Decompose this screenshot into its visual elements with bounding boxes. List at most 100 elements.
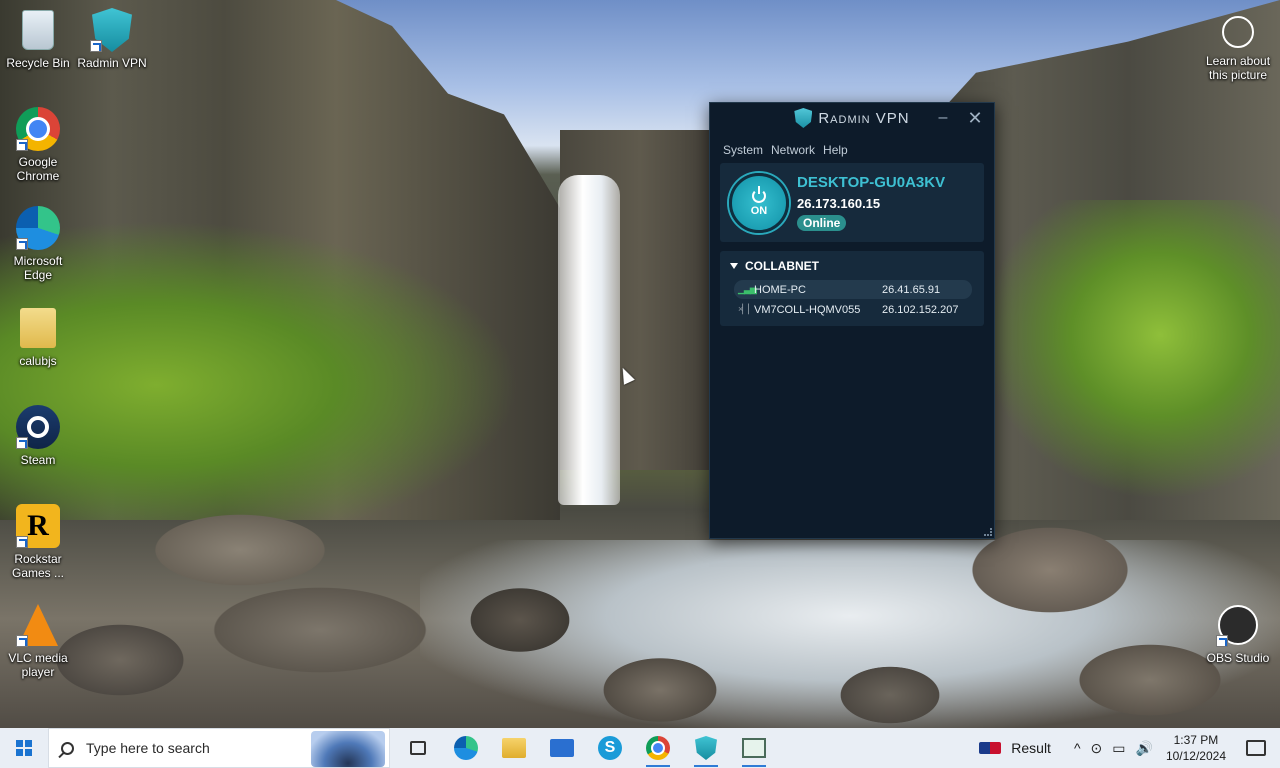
taskbar-radmin-vpn-button[interactable] (682, 728, 730, 768)
power-label: ON (750, 204, 768, 217)
power-toggle-button[interactable]: ON (729, 172, 789, 233)
peer-ip: 26.102.152.207 (882, 303, 959, 316)
menu-help[interactable]: Help (823, 143, 848, 157)
taskbar-edge-button[interactable] (442, 728, 490, 768)
taskbar-file-explorer-button[interactable] (490, 728, 538, 768)
desktop-icon-vlc[interactable]: VLC media player (0, 603, 76, 679)
learn-about-picture[interactable]: Learn about this picture (1198, 16, 1278, 82)
show-hidden-icons-chevron-icon[interactable]: ^ (1074, 740, 1081, 756)
desktop-icon-label: Rockstar Games ... (11, 552, 64, 580)
desktop-icon-google-chrome[interactable]: Google Chrome (0, 107, 76, 183)
radmin-vpn-icon (695, 736, 717, 760)
status-badge: Online (797, 215, 847, 231)
resize-grip-icon[interactable] (984, 528, 992, 536)
wallpaper-grass-right (980, 200, 1280, 500)
desktop-icon-label: Steam (20, 453, 56, 467)
search-placeholder: Type here to search (86, 740, 210, 756)
desktop-wallpaper (0, 0, 1280, 728)
peer-row[interactable]: ▁▃▅ HOME-PC 26.41.65.91 (734, 280, 972, 299)
taskbar-chrome-button[interactable] (634, 728, 682, 768)
wallpaper-waterfall (558, 175, 620, 505)
taskbar: Type here to search S Result ^ ⊙ ▭ 🔊 1:3… (0, 728, 1280, 768)
peer-name: VM7COLL-HQMV055 (754, 303, 861, 316)
clock-time: 1:37 PM (1173, 733, 1219, 747)
radmin-vpn-window: Radmin VPN – ✕ System Network Help ON DE… (709, 102, 995, 539)
peer-row[interactable]: ×▏▏ VM7COLL-HQMV055 26.102.152.207 (734, 300, 972, 319)
system-tray: Result ^ ⊙ ▭ 🔊 1:37 PM 10/12/2024 (979, 728, 1280, 768)
local-machine-panel: ON DESKTOP-GU0A3KV 26.173.160.15 Online (720, 163, 984, 242)
network-name: COLLABNET (745, 259, 819, 273)
local-ip-address: 26.173.160.15 (797, 196, 881, 211)
desktop-icon-label: Radmin VPN (77, 56, 147, 70)
desktop-icon-steam[interactable]: Steam (0, 405, 76, 467)
clock-date: 10/12/2024 (1165, 749, 1226, 763)
volume-icon[interactable]: 🔊 (1136, 740, 1153, 757)
desktop-icon-microsoft-edge[interactable]: Microsoft Edge (0, 206, 76, 282)
edge-icon (454, 736, 478, 760)
network-group: COLLABNET ▁▃▅ HOME-PC 26.41.65.91 ×▏▏ VM… (720, 251, 984, 326)
meet-now-icon[interactable]: ⊙ (1091, 740, 1103, 757)
taskbar-mail-button[interactable] (538, 728, 586, 768)
pinned-apps: S (394, 728, 778, 768)
app-icon (742, 738, 766, 758)
task-view-icon (410, 741, 426, 755)
shortcut-arrow-icon (1216, 635, 1228, 647)
learn-about-picture-label: Learn about this picture (1205, 54, 1271, 82)
desktop-icon-obs-studio[interactable]: OBS Studio (1198, 603, 1278, 665)
windows-logo-icon (16, 740, 32, 756)
signal-strength-icon: ▁▃▅ (738, 284, 757, 294)
shortcut-arrow-icon (16, 437, 28, 449)
desktop-icon-recycle-bin[interactable]: Recycle Bin (0, 8, 76, 70)
desktop-icon-calubjs[interactable]: calubjs (0, 306, 76, 368)
local-computer-name: DESKTOP-GU0A3KV (797, 174, 946, 191)
wallpaper-rocks (0, 470, 1280, 728)
shortcut-arrow-icon (16, 139, 28, 151)
task-view-button[interactable] (394, 728, 442, 768)
desktop-icon-label: OBS Studio (1206, 651, 1270, 665)
shortcut-arrow-icon (90, 40, 102, 52)
desktop-icon-label: Google Chrome (16, 155, 60, 183)
chrome-icon (646, 736, 670, 760)
desktop-icon-radmin-vpn[interactable]: Radmin VPN (74, 8, 150, 70)
peer-name: HOME-PC (754, 283, 806, 296)
desktop-icon-label: calubjs (19, 354, 57, 368)
taskbar-app-button[interactable] (730, 728, 778, 768)
offline-signal-icon: ×▏▏ (738, 304, 755, 314)
peer-ip: 26.41.65.91 (882, 283, 941, 296)
window-title: Radmin VPN (818, 109, 910, 127)
power-icon (752, 185, 766, 203)
news-widget-label: Result (1011, 740, 1051, 756)
network-header[interactable]: COLLABNET (720, 256, 984, 279)
radmin-vpn-logo-icon (794, 108, 813, 128)
shortcut-arrow-icon (16, 635, 28, 647)
caret-down-icon (730, 263, 738, 269)
recycle-bin-icon (22, 10, 54, 50)
close-button[interactable]: ✕ (964, 107, 986, 129)
desktop-icon-rockstar-games[interactable]: R Rockstar Games ... (0, 504, 76, 580)
start-button[interactable] (0, 728, 48, 768)
minimize-button[interactable]: – (932, 107, 954, 129)
menu-network[interactable]: Network (771, 143, 815, 157)
news-widget[interactable]: Result (979, 740, 1051, 756)
menu-bar: System Network Help (710, 133, 994, 163)
mlb-logo-icon (979, 742, 1002, 754)
window-titlebar[interactable]: Radmin VPN – ✕ (710, 103, 994, 133)
taskbar-skype-button[interactable]: S (586, 728, 634, 768)
taskbar-search-box[interactable]: Type here to search (48, 728, 390, 768)
taskbar-clock[interactable]: 1:37 PM 10/12/2024 (1166, 732, 1226, 764)
shortcut-arrow-icon (16, 536, 28, 548)
search-icon (61, 741, 74, 755)
desktop-icon-label: VLC media player (8, 651, 68, 679)
notification-center-icon[interactable] (1246, 740, 1266, 756)
search-highlight-image[interactable] (311, 731, 385, 767)
camera-info-icon (1222, 16, 1254, 48)
folder-icon (20, 308, 56, 348)
desktop-icon-label: Microsoft Edge (13, 254, 63, 282)
desktop-icon-label: Recycle Bin (6, 56, 70, 70)
network-icon[interactable]: ▭ (1112, 740, 1125, 757)
file-explorer-icon (502, 738, 526, 758)
skype-icon: S (598, 736, 622, 760)
menu-system[interactable]: System (723, 143, 763, 157)
shortcut-arrow-icon (16, 238, 28, 250)
mail-icon (550, 739, 574, 757)
